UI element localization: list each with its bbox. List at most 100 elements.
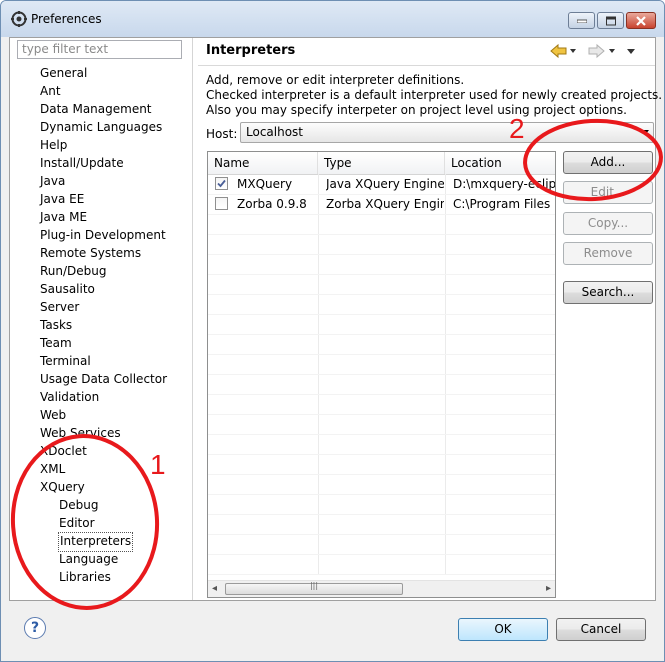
- row-gridline: [208, 294, 555, 295]
- tree-item[interactable]: Plug-in Development: [40, 226, 166, 244]
- row-gridline: [208, 514, 555, 515]
- page-title: Interpreters: [206, 43, 296, 58]
- back-arrow-icon[interactable]: [550, 43, 567, 59]
- row-gridline: [208, 214, 555, 215]
- remove-button[interactable]: Remove: [563, 242, 653, 265]
- close-button[interactable]: [626, 12, 656, 29]
- dropdown-icon[interactable]: [609, 49, 615, 53]
- horizontal-scrollbar[interactable]: ◂ ||| ▸: [208, 580, 555, 597]
- tree-child-item[interactable]: Language: [59, 550, 118, 568]
- page-navigation: [550, 43, 635, 59]
- tree-item[interactable]: Terminal: [40, 352, 91, 370]
- scroll-right-arrow[interactable]: ▸: [546, 581, 551, 597]
- tree-item[interactable]: Help: [40, 136, 67, 154]
- tree-item[interactable]: General: [40, 64, 87, 82]
- scroll-grip: |||: [309, 581, 319, 590]
- row-gridline: [208, 434, 555, 435]
- window-title: Preferences: [31, 12, 102, 26]
- tree-item[interactable]: Dynamic Languages: [40, 118, 162, 136]
- row-name: MXQuery: [237, 177, 293, 191]
- checkbox-checked-icon[interactable]: [215, 177, 228, 190]
- tree-child-item[interactable]: Editor: [59, 514, 95, 532]
- tree-item[interactable]: Remote Systems: [40, 244, 141, 262]
- copy-button[interactable]: Copy...: [563, 212, 653, 235]
- minimize-icon: [576, 19, 587, 23]
- tree-item[interactable]: Web Services: [40, 424, 121, 442]
- checkbox[interactable]: [215, 197, 228, 210]
- table-header: Name Type Location: [208, 152, 555, 175]
- tree-item[interactable]: Java EE: [40, 190, 84, 208]
- tree-item[interactable]: Data Management: [40, 100, 152, 118]
- tree-item[interactable]: Web: [40, 406, 66, 424]
- title-bar: Preferences: [1, 1, 664, 37]
- forward-arrow-icon[interactable]: [588, 43, 605, 59]
- tree-item[interactable]: XQuery: [40, 478, 85, 496]
- column-header-location[interactable]: Location: [445, 152, 555, 174]
- row-gridline: [208, 554, 555, 555]
- tree-child-item[interactable]: Debug: [59, 496, 98, 514]
- chevron-down-icon: [641, 130, 649, 135]
- tree-child-item[interactable]: Libraries: [59, 568, 111, 586]
- row-gridline: [208, 334, 555, 335]
- header-separator: [198, 65, 655, 66]
- scroll-thumb[interactable]: |||: [225, 581, 403, 595]
- dropdown-icon[interactable]: [627, 49, 635, 54]
- tree-item[interactable]: Tasks: [40, 316, 72, 334]
- tree-item[interactable]: XDoclet: [40, 442, 87, 460]
- column-header-type[interactable]: Type: [318, 152, 445, 174]
- tree-item[interactable]: Sausalito: [40, 280, 95, 298]
- tree-item[interactable]: Install/Update: [40, 154, 124, 172]
- host-select[interactable]: Localhost: [240, 122, 654, 143]
- dialog-client: type filter text General Ant Data Manageme…: [9, 37, 662, 601]
- table-row[interactable]: MXQuery Java XQuery Engine D:\mxquery-ec…: [208, 174, 555, 194]
- tree-item[interactable]: XML: [40, 460, 65, 478]
- add-button[interactable]: Add...: [563, 151, 653, 174]
- interpreters-table: Name Type Location MXQuery Java XQuery E…: [207, 151, 556, 598]
- tree-item-selected[interactable]: Interpreters: [58, 532, 134, 552]
- row-gridline: [208, 414, 555, 415]
- maximize-button[interactable]: [597, 12, 624, 29]
- ok-button[interactable]: OK: [458, 618, 548, 641]
- minimize-button[interactable]: [568, 12, 595, 29]
- tree-item[interactable]: Usage Data Collector: [40, 370, 167, 388]
- tree-item[interactable]: Server: [40, 298, 79, 316]
- row-gridline: [208, 234, 555, 235]
- row-gridline: [208, 394, 555, 395]
- row-name: Zorba 0.9.8: [237, 197, 307, 211]
- row-type: Zorba XQuery Engine: [326, 197, 444, 211]
- scroll-left-arrow[interactable]: ◂: [212, 581, 217, 597]
- row-gridline: [208, 374, 555, 375]
- tree-item[interactable]: Validation: [40, 388, 99, 406]
- edit-button[interactable]: Edit...: [563, 181, 653, 204]
- host-label: Host:: [206, 127, 238, 141]
- table-row[interactable]: Zorba 0.9.8 Zorba XQuery Engine C:\Progr…: [208, 194, 555, 214]
- help-icon[interactable]: ?: [24, 617, 46, 639]
- interpreters-page: Interpreters Add, remove or edit interpr…: [198, 38, 662, 600]
- annotation-number-1: 1: [150, 449, 166, 480]
- row-gridline: [208, 314, 555, 315]
- search-button[interactable]: Search...: [563, 281, 653, 304]
- app-icon: [11, 11, 27, 27]
- tree-item[interactable]: Ant: [40, 82, 61, 100]
- row-gridline: [208, 574, 555, 575]
- filter-input[interactable]: type filter text: [17, 40, 182, 59]
- close-icon: [636, 15, 646, 26]
- host-value: Localhost: [246, 125, 304, 139]
- column-header-name[interactable]: Name: [208, 152, 318, 174]
- tree-item[interactable]: Team: [40, 334, 72, 352]
- dropdown-icon[interactable]: [570, 49, 576, 53]
- maximize-icon: [605, 16, 616, 25]
- row-gridline: [208, 354, 555, 355]
- row-location: C:\Program Files (x8: [453, 197, 555, 211]
- row-gridline: [208, 474, 555, 475]
- row-gridline: [208, 454, 555, 455]
- row-location: D:\mxquery-eclipse: [453, 177, 555, 191]
- tree-item[interactable]: Java: [40, 172, 65, 190]
- tree-item[interactable]: Java ME: [40, 208, 87, 226]
- tree-item[interactable]: Run/Debug: [40, 262, 107, 280]
- cancel-button[interactable]: Cancel: [556, 618, 646, 641]
- row-gridline: [208, 494, 555, 495]
- sash-divider[interactable]: [192, 38, 193, 600]
- preferences-window: Preferences type filter text General Ant D…: [0, 0, 665, 662]
- row-gridline: [208, 534, 555, 535]
